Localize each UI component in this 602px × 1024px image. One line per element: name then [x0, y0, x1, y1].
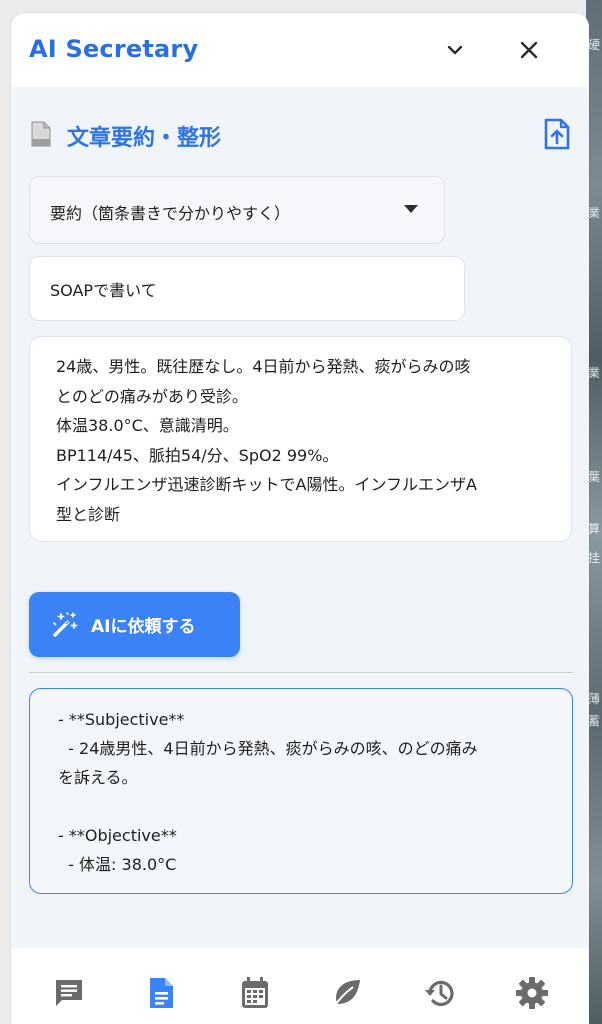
- close-icon: [520, 41, 538, 59]
- background-text: 葉: [588, 470, 601, 484]
- source-text-line: 体温38.0°C、意識清明。: [56, 416, 239, 435]
- nav-history[interactable]: [420, 973, 460, 1013]
- background-text: 蓄: [588, 714, 601, 728]
- background-text: 挂: [588, 551, 601, 565]
- bottom-nav: [11, 948, 589, 1024]
- output-line: - **Subjective**: [58, 710, 185, 729]
- gear-icon: [516, 977, 548, 1009]
- app-title: AI Secretary: [29, 35, 199, 63]
- background-text: 硬: [588, 38, 601, 52]
- nav-document[interactable]: [141, 973, 181, 1013]
- history-icon: [425, 980, 454, 1007]
- dropdown-caret-icon: [404, 205, 418, 213]
- output-line: - 体温: 38.0°C: [58, 855, 177, 874]
- document-icon: [31, 121, 51, 147]
- chat-icon: [56, 980, 82, 1006]
- background-text: 薄: [588, 692, 601, 706]
- background-text: 業: [588, 366, 601, 380]
- mode-select[interactable]: 要約（箇条書きで分かりやすく）: [29, 176, 445, 244]
- ai-secretary-panel: AI Secretary 文章要約・整形 要約（箇条書きで分かりやすく） SOA…: [11, 13, 589, 1024]
- source-text-line: 型と診断: [56, 504, 121, 524]
- ask-ai-button[interactable]: AIに依頼する: [29, 592, 240, 657]
- background-text: 算: [588, 522, 601, 536]
- output-line: - **Objective**: [58, 826, 177, 845]
- source-text-area[interactable]: 24歳、男性。既往歴なし。4日前から発熱、痰がらみの咳 とのどの痛みがあり受診。…: [29, 336, 572, 542]
- upload-file-button[interactable]: [540, 117, 574, 151]
- ask-ai-button-label: AIに依頼する: [91, 617, 196, 637]
- output-line: - 24歳男性、4日前から発熱、痰がらみの咳、のどの痛み: [58, 739, 478, 758]
- mode-select-value: 要約（箇条書きで分かりやすく）: [50, 204, 291, 223]
- section-title: 文章要約・整形: [67, 126, 222, 151]
- source-text-line: とのどの痛みがあり受診。: [56, 386, 248, 406]
- section-header: 文章要約・整形: [29, 117, 574, 151]
- instruction-input[interactable]: SOAPで書いて: [29, 256, 465, 321]
- collapse-button[interactable]: [440, 35, 470, 65]
- section-divider: [29, 672, 573, 673]
- leaf-icon: [333, 980, 360, 1008]
- nav-settings[interactable]: [512, 973, 552, 1013]
- chevron-down-icon: [447, 45, 463, 55]
- output-line: を訴える。: [58, 768, 138, 787]
- panel-header: AI Secretary: [11, 13, 589, 87]
- nav-calendar[interactable]: [235, 973, 275, 1013]
- source-text-line: インフルエンザ迅速診断キットでA陽性。インフルエンザA: [56, 475, 477, 494]
- output-text-area[interactable]: - **Subjective** - 24歳男性、4日前から発熱、痰がらみの咳、…: [29, 688, 573, 894]
- nav-chat[interactable]: [49, 973, 89, 1013]
- close-button[interactable]: [514, 35, 544, 65]
- calendar-icon: [242, 977, 268, 1008]
- source-text-line: BP114/45、脈拍54/分、SpO2 99%。: [56, 445, 339, 465]
- nav-leaf[interactable]: [327, 973, 367, 1013]
- document-icon: [150, 978, 173, 1008]
- magic-wand-icon: [53, 611, 78, 637]
- upload-file-icon: [544, 118, 570, 150]
- source-text-line: 24歳、男性。既往歴なし。4日前から発熱、痰がらみの咳: [56, 357, 471, 376]
- background-text: 業: [588, 206, 601, 220]
